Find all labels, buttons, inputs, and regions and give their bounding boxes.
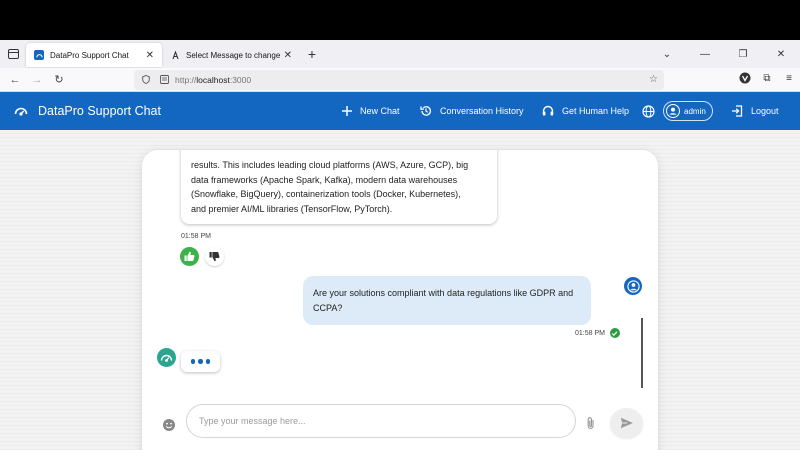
restore-icon[interactable]: ❐ — [724, 49, 762, 60]
browser-tab-active[interactable]: DataPro Support Chat ✕ — [26, 43, 162, 67]
new-tab-icon[interactable]: + — [300, 46, 324, 62]
tab-list-icon[interactable] — [0, 40, 26, 68]
headset-icon — [542, 105, 554, 116]
shield-icon[interactable] — [142, 74, 150, 86]
forward-icon[interactable]: → — [26, 74, 48, 86]
typing-dot — [205, 359, 211, 364]
support-logo-icon — [14, 107, 28, 116]
app-header: DataPro Support Chat New Chat Conversati… — [0, 92, 800, 130]
message-line: results. This includes leading cloud pla… — [191, 160, 469, 170]
thumbs-up-icon — [184, 251, 195, 261]
menu-icon[interactable]: ≡ — [782, 72, 796, 86]
message-line: (Snowflake, BigQuery), containerization … — [191, 189, 461, 199]
message-line: data frameworks (Apache Spark, Kafka), m… — [191, 174, 458, 185]
back-icon[interactable]: ← — [4, 74, 26, 86]
typing-dot — [190, 359, 196, 364]
scrollbar[interactable] — [641, 318, 643, 388]
human-help-label: Get Human Help — [562, 106, 630, 116]
language-button[interactable] — [642, 92, 663, 130]
history-icon — [420, 106, 432, 116]
emoji-icon — [163, 419, 175, 431]
browser-tab[interactable]: Select Message to change | Dat ✕ — [162, 43, 300, 67]
logout-button[interactable]: Logout — [731, 92, 779, 130]
close-window-icon[interactable]: ✕ — [762, 49, 800, 60]
paperclip-icon — [587, 417, 594, 429]
logout-icon — [732, 105, 743, 117]
tab-title: DataPro Support Chat — [50, 50, 129, 60]
chat-window: results. This includes leading cloud pla… — [142, 150, 658, 450]
close-tab-icon[interactable]: ✕ — [146, 50, 154, 61]
plus-icon — [342, 106, 352, 116]
message-line: Are your solutions compliant with data r… — [313, 288, 574, 298]
page-info-icon[interactable] — [160, 74, 169, 86]
brand-title: DataPro Support Chat — [38, 104, 161, 118]
brand[interactable]: DataPro Support Chat — [14, 104, 161, 118]
bookmark-star-icon[interactable]: ☆ — [649, 74, 658, 85]
app-body: results. This includes leading cloud pla… — [0, 130, 800, 450]
delivered-check-icon — [609, 328, 620, 338]
typing-dot — [198, 359, 203, 364]
thumbs-down-button[interactable] — [205, 247, 224, 266]
message-timestamp: 01:58 PM — [575, 329, 605, 337]
minimize-icon[interactable]: — — [686, 49, 724, 60]
browser-nav-bar: ← → ↻ http://localhost:3000 ☆ ⧉ ≡ — [0, 68, 800, 92]
close-tab-icon[interactable]: ✕ — [284, 50, 292, 61]
username: admin — [684, 106, 706, 116]
chevron-down-icon[interactable]: ⌄ — [648, 49, 686, 60]
user-message: Are your solutions compliant with data r… — [303, 276, 591, 325]
url-text: http://localhost:3000 — [175, 75, 252, 85]
typing-indicator — [181, 351, 220, 372]
user-menu-button[interactable]: admin — [663, 101, 713, 121]
screen-top-bar — [0, 0, 800, 40]
tab-title: Select Message to change | Dat — [186, 50, 280, 60]
message-input[interactable] — [186, 404, 576, 438]
browser-tab-bar: DataPro Support Chat ✕ Select Message to… — [0, 40, 800, 68]
human-help-button[interactable]: Get Human Help — [542, 92, 629, 130]
bot-avatar-icon — [157, 348, 176, 367]
message-line: and premier AI/ML libraries (TensorFlow,… — [191, 203, 393, 214]
url-bar[interactable]: http://localhost:3000 ☆ — [134, 70, 664, 90]
send-icon — [620, 417, 633, 429]
attach-button[interactable] — [585, 416, 597, 430]
thumbs-down-icon — [209, 252, 220, 262]
extensions-icon[interactable]: ⧉ — [760, 72, 774, 86]
logout-label: Logout — [751, 106, 779, 116]
user-avatar-icon — [624, 277, 642, 295]
thumbs-up-button[interactable] — [180, 247, 199, 266]
message-status: 01:58 PM — [575, 328, 620, 338]
new-chat-button[interactable]: New Chat — [342, 92, 400, 130]
history-label: Conversation History — [440, 106, 524, 116]
vpn-icon[interactable] — [738, 72, 752, 86]
conversation-history-button[interactable]: Conversation History — [420, 92, 524, 130]
user-avatar-icon — [666, 104, 680, 118]
message-line: CCPA? — [313, 302, 343, 313]
send-button[interactable] — [610, 408, 643, 438]
bot-message: results. This includes leading cloud pla… — [181, 150, 497, 224]
emoji-button[interactable] — [162, 418, 176, 432]
globe-icon — [642, 104, 655, 118]
new-chat-label: New Chat — [360, 106, 400, 116]
message-timestamp: 01:58 PM — [181, 233, 211, 240]
reload-icon[interactable]: ↻ — [48, 73, 70, 86]
site-favicon-icon — [34, 50, 44, 60]
django-favicon-icon — [170, 50, 180, 60]
